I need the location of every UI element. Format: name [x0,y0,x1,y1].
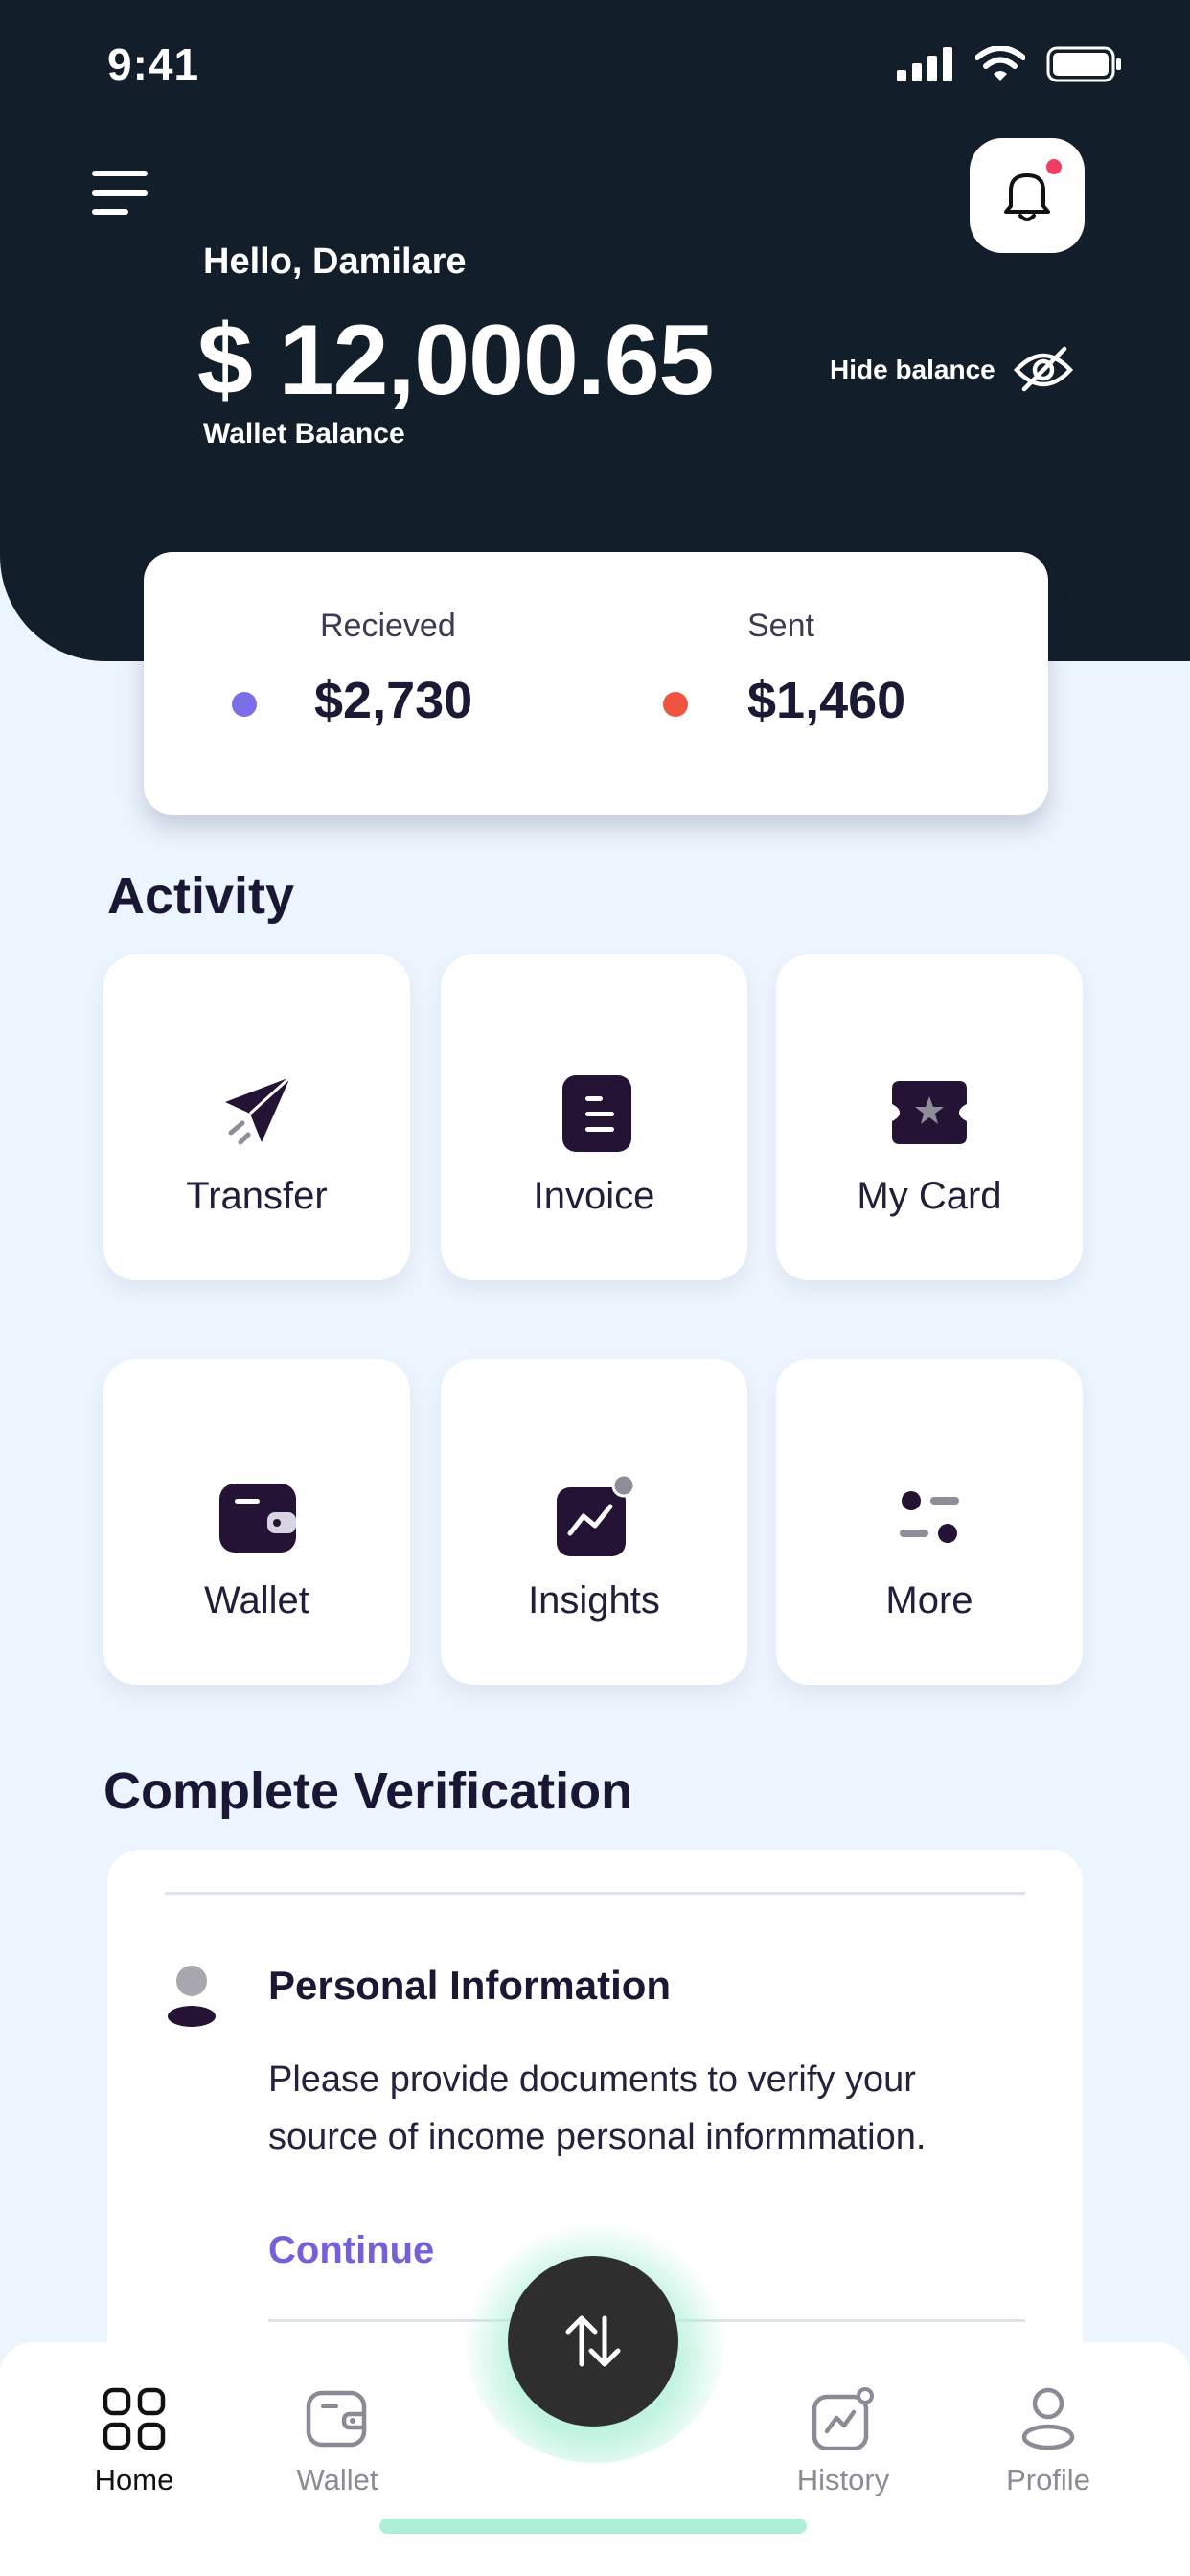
personal-information-title: Personal Information [268,1963,672,2008]
sent-value: $1,460 [747,672,906,729]
activity-invoice[interactable]: Invoice [441,954,747,1280]
wallet-balance: $ 12,000.65 [197,305,714,416]
sent-label: Sent [747,608,814,644]
battery-icon [1046,46,1121,82]
eye-off-icon [1013,346,1073,392]
verification-title: Complete Verification [103,1762,633,1820]
nav-home[interactable]: Home [57,2380,211,2497]
menu-icon[interactable] [92,171,148,215]
summary-card: Recieved $2,730 Sent $1,460 [144,552,1048,815]
activity-my-card[interactable]: My Card [776,954,1083,1280]
sent-dot [663,692,688,717]
activity-transfer-label: Transfer [186,1175,328,1217]
wallet-icon [261,2380,414,2457]
chart-icon [551,1474,637,1560]
document-icon [551,1070,637,1156]
wallet-icon [214,1474,300,1560]
activity-more-label: More [885,1579,973,1622]
bell-icon [1004,173,1050,221]
received-dot [232,692,257,717]
history-chart-icon [767,2380,920,2457]
transfer-fab-button[interactable] [508,2256,678,2426]
greeting: Hello, Damilare [203,242,467,282]
more-dots-icon [886,1474,973,1560]
activity-transfer[interactable]: Transfer [103,954,410,1280]
transfer-arrows-icon [565,2315,621,2367]
wallet-balance-label: Wallet Balance [203,418,405,449]
personal-information-description: Please provide documents to verify your … [268,2059,927,2157]
activity-more[interactable]: More [776,1359,1083,1685]
divider [165,1892,1025,1895]
card-ticket-icon [886,1070,973,1156]
nav-wallet[interactable]: Wallet [261,2380,414,2497]
notification-dot [1046,159,1062,174]
nav-home-label: Home [94,2463,174,2496]
hide-balance-label: Hide balance [830,355,995,384]
activity-invoice-label: Invoice [533,1175,655,1217]
user-icon [168,1966,216,2027]
status-time: 9:41 [107,39,200,89]
nav-profile[interactable]: Profile [972,2380,1125,2497]
activity-wallet[interactable]: Wallet [103,1359,410,1685]
nav-profile-label: Profile [1006,2463,1090,2496]
activity-title: Activity [107,867,295,925]
profile-icon [972,2380,1125,2457]
activity-insights[interactable]: Insights [441,1359,747,1685]
status-icons [897,46,1123,82]
continue-link[interactable]: Continue [268,2229,434,2272]
signal-icon [897,47,952,81]
notification-button[interactable] [970,138,1085,253]
nav-history[interactable]: History [767,2380,920,2497]
home-indicator [379,2518,807,2534]
nav-wallet-label: Wallet [296,2463,378,2496]
activity-insights-label: Insights [528,1579,660,1622]
activity-wallet-label: Wallet [204,1579,309,1622]
paper-plane-icon [214,1070,300,1156]
hide-balance-toggle[interactable]: Hide balance [830,345,1074,395]
received-label: Recieved [320,608,456,644]
home-grid-icon [57,2380,211,2457]
received-value: $2,730 [314,672,473,729]
wifi-icon [975,46,1025,80]
activity-my-card-label: My Card [857,1175,1002,1217]
nav-history-label: History [796,2463,890,2496]
